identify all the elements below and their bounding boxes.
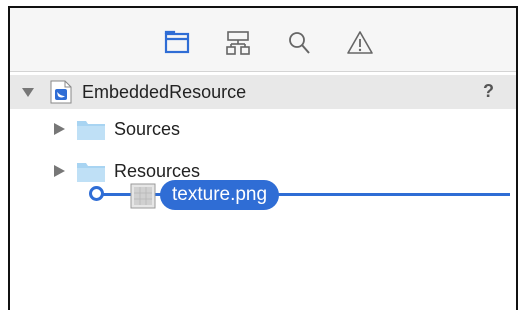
issue-navigator-button[interactable] — [345, 28, 375, 58]
dragged-file-label: texture.png — [160, 180, 280, 210]
navigator-panel: EmbeddedResource ? Sources Resources — [8, 6, 518, 310]
disclosure-expanded-icon[interactable] — [21, 85, 35, 99]
navigator-toolbar — [10, 8, 516, 72]
find-navigator-button[interactable] — [284, 28, 314, 58]
drop-indicator-circle — [89, 186, 104, 201]
disclosure-collapsed-icon[interactable] — [52, 164, 66, 178]
folder-icon — [76, 160, 106, 189]
source-control-status: ? — [483, 81, 494, 101]
tree-row-sources[interactable]: Sources — [10, 113, 516, 147]
symbol-navigator-button[interactable] — [223, 28, 253, 58]
magnifier-icon — [289, 32, 310, 54]
disclosure-collapsed-icon[interactable] — [52, 122, 66, 136]
image-file-icon — [128, 181, 158, 211]
swift-package-icon — [50, 80, 72, 109]
project-navigator-button[interactable] — [162, 28, 192, 58]
warning-triangle-icon — [347, 31, 373, 54]
tree-row-label: Sources — [114, 119, 181, 139]
folder-icon — [76, 118, 106, 147]
tree-row-root[interactable]: EmbeddedResource ? — [10, 75, 516, 109]
dragged-file[interactable]: texture.png — [128, 179, 318, 211]
tree-row-label: EmbeddedResource — [82, 82, 247, 102]
hierarchy-icon — [226, 31, 250, 55]
folder-icon — [164, 30, 190, 54]
